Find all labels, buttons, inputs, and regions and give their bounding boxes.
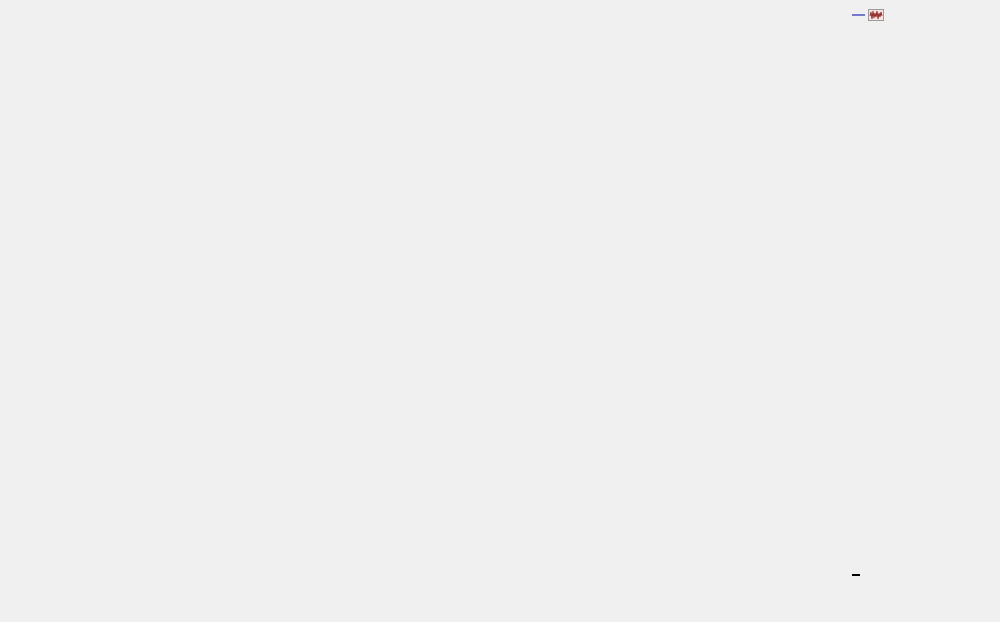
cursor-readout <box>852 574 860 576</box>
legend-line-swatch <box>852 14 865 16</box>
waterfall-chart-window <box>0 0 1000 622</box>
waterfall-plot-canvas[interactable] <box>0 0 1000 622</box>
legend[interactable] <box>852 9 887 21</box>
waveform-icon <box>868 9 884 21</box>
